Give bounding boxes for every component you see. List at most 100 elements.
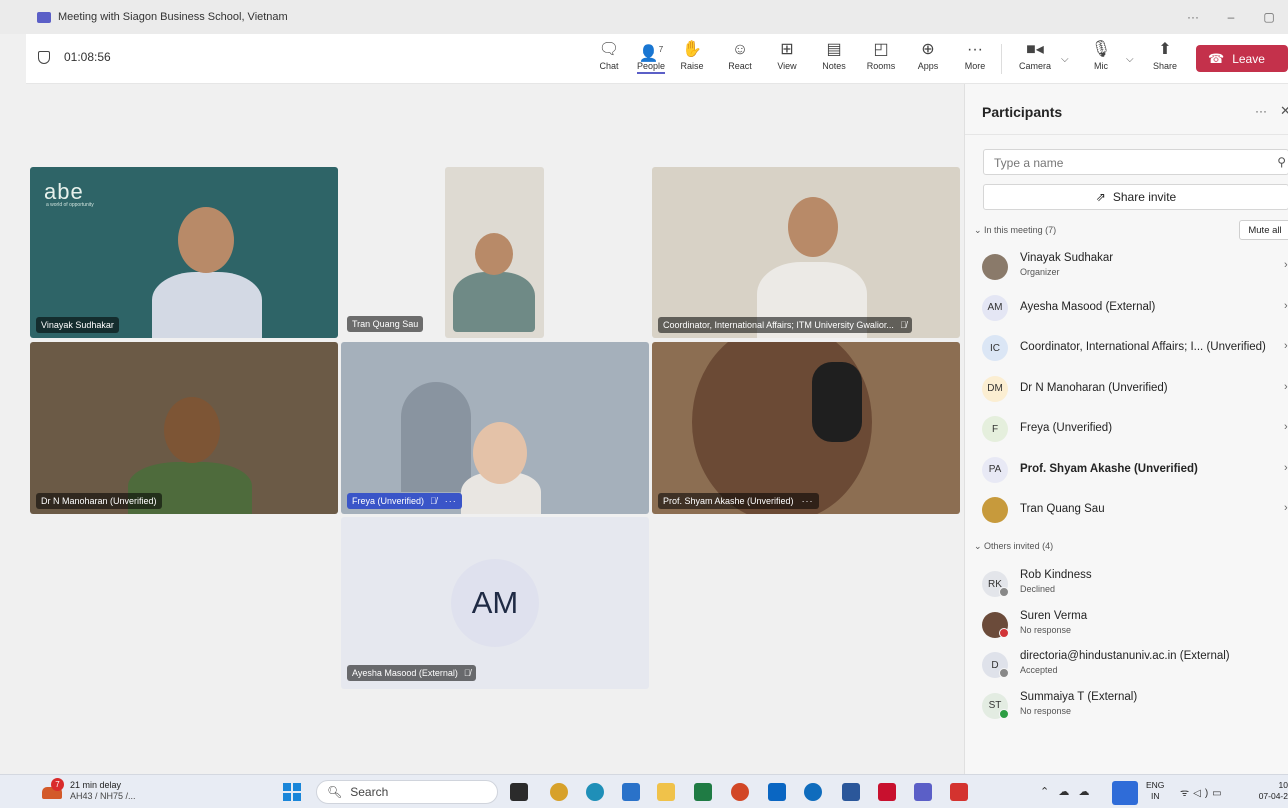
language-indicator[interactable]: ENG IN — [1146, 780, 1164, 802]
panel-more-icon[interactable]: ··· — [1255, 104, 1267, 118]
apps-button[interactable]: ⊕ Apps — [905, 39, 951, 79]
participant-row[interactable]: PA Prof. Shyam Akashe (Unverified) › — [965, 451, 1288, 491]
tile-name-label: Freya (Unverified) 🎙̸ ··· — [347, 493, 462, 509]
row-action-icon[interactable]: › — [1284, 462, 1288, 474]
row-action-icon[interactable]: › — [1284, 340, 1288, 352]
mic-button[interactable]: 🎙 Mic — [1078, 39, 1124, 79]
search-icon: ⚲ — [1277, 155, 1286, 169]
participant-search-input[interactable]: Type a name ⚲ — [983, 149, 1288, 175]
participant-row[interactable]: RK Rob Kindness Declined — [965, 565, 1288, 605]
video-tile-ayesha[interactable]: AM Ayesha Masood (External) 🎙̸ — [341, 517, 649, 689]
clock-time: 10 — [1278, 780, 1288, 790]
windows-start-icon[interactable] — [283, 783, 301, 801]
row-action-icon[interactable]: › — [1284, 421, 1288, 433]
panel-divider — [965, 134, 1288, 135]
teams-icon[interactable] — [914, 783, 932, 801]
leave-button[interactable]: ☎ Leave — [1196, 45, 1288, 72]
close-icon[interactable]: ✕ — [1280, 103, 1288, 119]
lang-top: ENG — [1146, 780, 1165, 790]
hand-icon: ✋ — [682, 41, 702, 58]
participant-face — [473, 422, 527, 484]
excel-icon[interactable] — [694, 783, 712, 801]
people-button[interactable]: 👤7 People — [628, 39, 674, 79]
tile-name-text: Coordinator, International Affairs; ITM … — [663, 320, 894, 330]
phone-icon: ☎ — [1208, 50, 1225, 66]
mute-all-button[interactable]: Mute all — [1239, 220, 1288, 240]
smile-icon: ☺ — [731, 41, 749, 58]
traffic-widget[interactable]: 7 21 min delay AH43 / NH75 /... — [42, 778, 136, 802]
video-tile-manoharan[interactable]: Dr N Manoharan (Unverified) — [30, 342, 338, 514]
tile-name-text: Ayesha Masood (External) — [352, 668, 458, 678]
mic-active-icon[interactable] — [1112, 781, 1138, 805]
mic-dropdown-chevron-icon[interactable]: ⌵ — [1126, 54, 1134, 65]
view-button[interactable]: ⊞ View — [764, 39, 810, 79]
react-button[interactable]: ☺ React — [717, 39, 763, 79]
window-more-button[interactable]: ··· — [1174, 10, 1212, 24]
participant-row[interactable]: F Freya (Unverified) › — [965, 410, 1288, 450]
network-volume-battery-icons[interactable]: ᯤ◁)▭ — [1180, 785, 1226, 799]
mic-label: Mic — [1094, 61, 1108, 71]
share-invite-button[interactable]: ⇗ Share invite — [983, 184, 1288, 210]
video-tile-freya[interactable]: Freya (Unverified) 🎙̸ ··· — [341, 342, 649, 514]
people-label: People — [636, 61, 666, 74]
participant-row[interactable]: DM Dr N Manoharan (Unverified) › — [965, 370, 1288, 410]
rooms-button[interactable]: ◰ Rooms — [858, 39, 904, 79]
mic-off-icon: 🎙̸ — [899, 320, 907, 330]
participant-row[interactable]: AM Ayesha Masood (External) › — [965, 289, 1288, 329]
task-view-icon[interactable] — [510, 783, 528, 801]
tile-more-icon[interactable]: ··· — [802, 496, 814, 506]
copilot-icon[interactable] — [550, 783, 568, 801]
chat-icon: 🗨 — [598, 41, 620, 58]
video-tile-shyam[interactable]: Prof. Shyam Akashe (Unverified) ··· — [652, 342, 960, 514]
powerpoint-icon[interactable] — [731, 783, 749, 801]
video-tile-tran[interactable] — [445, 167, 544, 338]
participant-row[interactable]: Ddirectoria@hindustanuniv.ac.in (Externa… — [965, 646, 1288, 686]
participant-name: Coordinator, International Affairs; I...… — [1020, 341, 1266, 353]
video-tile-vinayak[interactable]: abe a world of opportunity Vinayak Sudha… — [30, 167, 338, 338]
system-tray-chevron-icon[interactable]: ⌃ ☁ ☁ — [1040, 785, 1090, 798]
tile-more-icon[interactable]: ··· — [445, 496, 457, 506]
taskbar-search-input[interactable]: 🔍︎ Search — [316, 780, 498, 804]
edge-icon[interactable] — [586, 783, 604, 801]
store-icon[interactable] — [622, 783, 640, 801]
others-invited-section-header[interactable]: ⌄ Others invited (4) — [974, 541, 1053, 552]
notes-button[interactable]: ▤ Notes — [811, 39, 857, 79]
participant-status: No response — [1020, 705, 1072, 716]
raise-button[interactable]: ✋ Raise — [669, 39, 715, 79]
taskbar-search-label: Search — [350, 785, 389, 799]
participant-row[interactable]: ST Summaiya T (External) No response — [965, 687, 1288, 727]
row-action-icon[interactable]: › — [1284, 300, 1288, 312]
mcafee-icon[interactable] — [878, 783, 896, 801]
react-label: React — [728, 61, 752, 71]
restore-button[interactable]: ▢ — [1250, 10, 1288, 24]
chat-button[interactable]: 🗨 Chat — [586, 39, 632, 79]
video-tile-coordinator[interactable]: Coordinator, International Affairs; ITM … — [652, 167, 960, 338]
participant-row[interactable]: IC Coordinator, International Affairs; I.… — [965, 329, 1288, 369]
row-action-icon[interactable]: › — [1284, 259, 1288, 271]
tile-name-text: Prof. Shyam Akashe (Unverified) — [663, 496, 794, 506]
people-count: 7 — [658, 45, 664, 54]
row-action-icon[interactable]: › — [1284, 381, 1288, 393]
avatar: IC — [982, 335, 1008, 361]
avatar: DM — [982, 375, 1008, 402]
linkedin-icon[interactable] — [768, 783, 786, 801]
acrobat-icon[interactable] — [950, 783, 968, 801]
participant-figure — [453, 272, 535, 332]
participant-row[interactable]: Suren Verma No response — [965, 606, 1288, 646]
share-button[interactable]: ⬆ Share — [1142, 39, 1188, 79]
file-explorer-icon[interactable] — [657, 783, 675, 801]
participant-row[interactable]: Vinayak Sudhakar Organizer › — [965, 248, 1288, 288]
tile-name-label: Dr N Manoharan (Unverified) — [36, 493, 162, 509]
minimize-button[interactable]: – — [1212, 10, 1250, 24]
camera-button[interactable]: ■◂ Camera — [1012, 39, 1058, 79]
camera-dropdown-chevron-icon[interactable]: ⌵ — [1061, 54, 1069, 65]
more-button[interactable]: ··· More — [952, 39, 998, 79]
outlook-icon[interactable] — [804, 783, 822, 801]
participant-row[interactable]: Tran Quang Sau › — [965, 491, 1288, 531]
in-meeting-section-header[interactable]: ⌄ In this meeting (7) — [974, 225, 1056, 236]
word-icon[interactable] — [842, 783, 860, 801]
chevron-down-icon: ⌄ — [974, 541, 985, 551]
row-action-icon[interactable]: › — [1284, 502, 1288, 514]
windows-taskbar: 7 21 min delay AH43 / NH75 /... 🔍︎ Searc… — [0, 774, 1288, 808]
clock[interactable]: 10 07-04-2 — [1249, 780, 1288, 802]
